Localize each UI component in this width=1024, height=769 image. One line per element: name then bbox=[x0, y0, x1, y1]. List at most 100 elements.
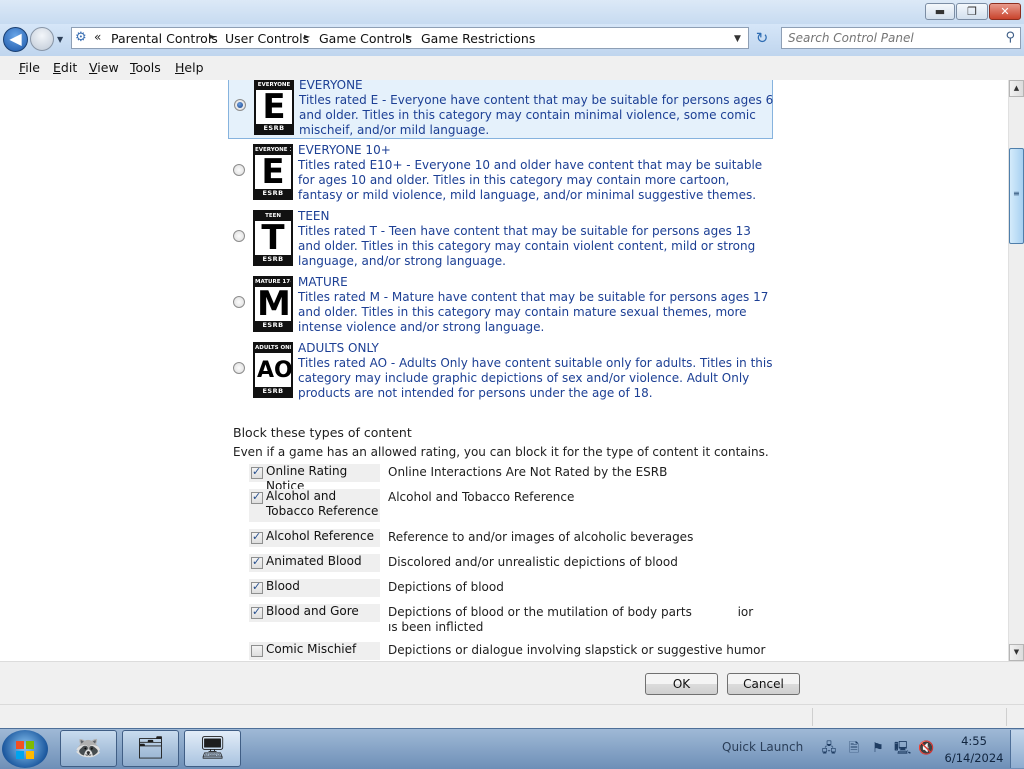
rating-title: TEEN bbox=[298, 209, 330, 223]
breadcrumb-game-restrictions[interactable]: Game Restrictions bbox=[421, 31, 535, 46]
esrb-teen-badge-icon: TEEN T ESRB bbox=[253, 210, 293, 266]
search-input[interactable] bbox=[788, 31, 988, 45]
breadcrumb-separator-icon[interactable]: ► bbox=[406, 32, 412, 41]
breadcrumb-user-controls[interactable]: User Controls bbox=[225, 31, 309, 46]
taskbar: 🦝 🗂 🖥 Quick Launch 🖧 🗎 ⚑ 🖳 🔇 4:55 6/14/2… bbox=[0, 728, 1024, 769]
network-icon[interactable]: 🖧 bbox=[821, 741, 837, 757]
rating-option-everyone-10[interactable]: EVERYONE 10+ E ESRB EVERYONE 10+ Titles … bbox=[228, 143, 773, 205]
rating-option-mature[interactable]: MATURE 17+ M ESRB MATURE Titles rated M … bbox=[228, 275, 773, 337]
menu-view[interactable]: View bbox=[89, 60, 119, 75]
vertical-scrollbar[interactable]: ▲ ≡ ▼ bbox=[1008, 80, 1024, 661]
taskbar-control-panel-button[interactable]: 🖥 bbox=[184, 730, 241, 767]
scroll-up-button[interactable]: ▲ bbox=[1009, 80, 1024, 97]
content-pane: EVERYONE E ESRB EVERYONE Titles rated E … bbox=[0, 80, 1008, 661]
rating-title: MATURE bbox=[298, 275, 348, 289]
rating-radio[interactable] bbox=[233, 296, 245, 308]
content-type-label: Comic Mischief bbox=[266, 642, 357, 656]
dialog-button-bar: OK Cancel bbox=[0, 661, 1024, 705]
media-player-icon: 🦝 bbox=[74, 736, 103, 761]
network-status-icon[interactable]: 🖳 bbox=[894, 741, 911, 757]
content-type-row[interactable]: Online Rating Notice Online Interactions… bbox=[249, 464, 779, 493]
menu-edit[interactable]: Edit bbox=[53, 60, 77, 75]
breadcrumb-parental-controls[interactable]: Parental Controls bbox=[111, 31, 218, 46]
rating-radio[interactable] bbox=[234, 99, 246, 111]
ok-button[interactable]: OK bbox=[645, 673, 718, 695]
content-type-checkbox[interactable] bbox=[251, 530, 263, 544]
rating-description: Titles rated T - Teen have content that … bbox=[298, 224, 756, 268]
taskbar-media-player-button[interactable]: 🦝 bbox=[60, 730, 117, 767]
content-type-row[interactable]: Comic Mischief Depictions or dialogue in… bbox=[249, 642, 779, 660]
explorer-folder-icon: 🗂 bbox=[136, 736, 165, 761]
content-type-description: Online Interactions Are Not Rated by the… bbox=[388, 465, 668, 479]
status-bar bbox=[0, 704, 1024, 729]
forward-button[interactable] bbox=[30, 27, 54, 51]
content-type-description: Depictions of blood or the mutilation of… bbox=[388, 605, 769, 634]
close-button[interactable]: ✕ bbox=[989, 3, 1021, 20]
maximize-button[interactable]: ❐ bbox=[956, 3, 988, 20]
cancel-button[interactable]: Cancel bbox=[727, 673, 800, 695]
menu-file[interactable]: File bbox=[19, 60, 40, 75]
volume-muted-icon[interactable]: 🔇 bbox=[918, 741, 934, 757]
scroll-down-button[interactable]: ▼ bbox=[1009, 644, 1024, 661]
back-button[interactable]: ◀ bbox=[3, 27, 28, 52]
clock-time: 4:55 bbox=[961, 734, 987, 748]
title-bar: ▬ ❐ ✕ bbox=[0, 0, 1024, 24]
content-type-row[interactable]: Blood Depictions of blood bbox=[249, 579, 779, 597]
control-panel-icon: ⚙ bbox=[75, 30, 87, 45]
windows-logo-icon bbox=[16, 741, 24, 749]
block-content-intro: Even if a game has an allowed rating, yo… bbox=[233, 445, 769, 459]
rating-radio[interactable] bbox=[233, 230, 245, 242]
scroll-thumb[interactable]: ≡ bbox=[1009, 148, 1024, 244]
content-type-checkbox[interactable] bbox=[251, 580, 263, 594]
content-type-checkbox[interactable] bbox=[251, 605, 263, 619]
search-box[interactable]: ⚲ bbox=[781, 27, 1021, 49]
show-desktop-button[interactable] bbox=[1010, 730, 1024, 768]
rating-title: EVERYONE bbox=[299, 80, 363, 92]
rating-option-adults-only[interactable]: ADULTS ONLY 18+ AO ESRB ADULTS ONLY Titl… bbox=[228, 341, 773, 403]
breadcrumb-game-controls[interactable]: Game Controls bbox=[319, 31, 412, 46]
menu-tools[interactable]: Tools bbox=[130, 60, 161, 75]
content-type-row[interactable]: Alcohol and Tobacco Reference Alcohol an… bbox=[249, 489, 779, 522]
quick-launch-toolbar[interactable]: Quick Launch bbox=[722, 740, 803, 754]
content-type-row[interactable]: Blood and Gore Depictions of blood or th… bbox=[249, 604, 779, 636]
breadcrumb-separator-icon[interactable]: ► bbox=[304, 32, 310, 41]
rating-description: Titles rated E10+ - Everyone 10 and olde… bbox=[298, 158, 763, 202]
content-type-checkbox[interactable] bbox=[251, 490, 263, 504]
rating-option-everyone[interactable]: EVERYONE E ESRB EVERYONE Titles rated E … bbox=[228, 80, 773, 139]
navigation-bar: ◀ ▼ ⚙ « Parental Controls ► User Control… bbox=[0, 24, 1024, 56]
system-clock[interactable]: 4:55 6/14/2024 bbox=[942, 733, 1006, 767]
content-type-row[interactable]: Alcohol Reference Reference to and/or im… bbox=[249, 529, 779, 547]
search-icon[interactable]: ⚲ bbox=[1005, 30, 1015, 45]
menu-help[interactable]: Help bbox=[175, 60, 204, 75]
content-type-row[interactable]: Animated Blood Discolored and/or unreali… bbox=[249, 554, 779, 572]
taskbar-explorer-button[interactable]: 🗂 bbox=[122, 730, 179, 767]
content-type-label: Animated Blood bbox=[266, 554, 362, 568]
recent-pages-button[interactable]: ▼ bbox=[57, 35, 63, 44]
content-type-label: Alcohol and Tobacco Reference bbox=[266, 489, 379, 518]
block-content-heading: Block these types of content bbox=[233, 425, 412, 440]
minimize-button[interactable]: ▬ bbox=[925, 3, 955, 20]
clock-date: 6/14/2024 bbox=[944, 751, 1004, 765]
windows-logo-icon bbox=[26, 751, 34, 759]
esrb-mature-badge-icon: MATURE 17+ M ESRB bbox=[253, 276, 293, 332]
refresh-button[interactable]: ↻ bbox=[751, 27, 773, 49]
start-button[interactable] bbox=[2, 730, 48, 768]
content-type-description: Alcohol and Tobacco Reference bbox=[388, 490, 575, 504]
address-bar[interactable]: ⚙ « Parental Controls ► User Controls ► … bbox=[71, 27, 749, 49]
device-icon[interactable]: 🗎 bbox=[846, 741, 862, 757]
windows-logo-icon bbox=[16, 751, 24, 759]
rating-radio[interactable] bbox=[233, 164, 245, 176]
status-divider bbox=[1006, 708, 1007, 726]
esrb-everyone-10-badge-icon: EVERYONE 10+ E ESRB bbox=[253, 144, 293, 200]
content-type-checkbox[interactable] bbox=[251, 465, 263, 479]
breadcrumb-overflow-button[interactable]: « bbox=[94, 30, 101, 44]
rating-radio[interactable] bbox=[233, 362, 245, 374]
action-center-flag-icon[interactable]: ⚑ bbox=[870, 741, 886, 757]
rating-option-teen[interactable]: TEEN T ESRB TEEN Titles rated T - Teen h… bbox=[228, 209, 773, 271]
content-type-checkbox[interactable] bbox=[251, 555, 263, 569]
windows-logo-icon bbox=[26, 741, 34, 749]
content-type-checkbox[interactable] bbox=[251, 645, 263, 657]
esrb-adults-only-badge-icon: ADULTS ONLY 18+ AO ESRB bbox=[253, 342, 293, 398]
address-dropdown-icon[interactable]: ▼ bbox=[734, 34, 741, 44]
breadcrumb-separator-icon[interactable]: ► bbox=[210, 32, 216, 41]
